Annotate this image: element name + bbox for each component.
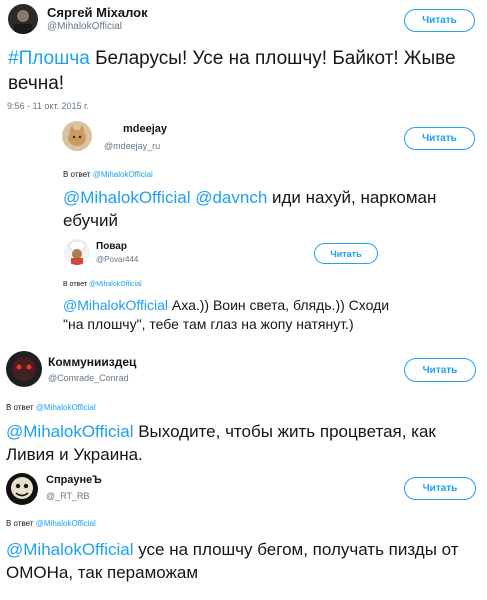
- follow-button[interactable]: Читать: [404, 477, 476, 500]
- follow-button[interactable]: Читать: [404, 127, 475, 150]
- chef-avatar-photo: [64, 239, 90, 265]
- author-handle[interactable]: @Povar444: [96, 255, 138, 264]
- reply-to-line: В ответ @MihalokOfficial: [6, 403, 96, 412]
- mention-links[interactable]: @MihalokOfficial: [6, 422, 133, 441]
- avatar[interactable]: [8, 4, 38, 34]
- tweet-timestamp[interactable]: 9:56 - 11 окт. 2015 г.: [7, 101, 89, 111]
- robot-avatar-photo: [6, 351, 42, 387]
- reply-to-line: В ответ @MihalokOfficial: [6, 519, 96, 528]
- cartoon-avatar-photo: [6, 473, 38, 505]
- author-handle[interactable]: @_RT_RB: [46, 491, 89, 501]
- reply-to-line: В ответ @MihalokOfficial: [63, 281, 142, 288]
- author-name[interactable]: Коммунииздец: [48, 355, 136, 369]
- tweet-text: @MihalokOfficial Выходите, чтобы жить пр…: [6, 420, 484, 466]
- author-name[interactable]: mdeejay: [123, 123, 167, 135]
- avatar[interactable]: [62, 121, 92, 151]
- reply-to-line: В ответ @MihalokOfficial: [63, 170, 153, 179]
- author-handle[interactable]: @Comrade_Conrad: [48, 373, 129, 383]
- cat-avatar-photo: [62, 121, 92, 151]
- mention-links[interactable]: @MihalokOfficial: [6, 540, 133, 559]
- reply-to-link[interactable]: @MihalokOfficial: [36, 403, 96, 412]
- tweet-text: #Плошча Беларусы! Усе на плошчу! Байкот!…: [8, 46, 470, 96]
- author-name[interactable]: СпраунеЪ: [46, 474, 102, 486]
- avatar[interactable]: [64, 239, 90, 265]
- reply-to-link[interactable]: @MihalokOfficial: [89, 281, 142, 288]
- author-name[interactable]: Сяргей Міхалок: [47, 5, 148, 20]
- avatar-photo: [8, 4, 38, 34]
- follow-button[interactable]: Читать: [404, 9, 475, 32]
- mention-links[interactable]: @MihalokOfficial @davnch: [63, 188, 267, 207]
- hashtag-link[interactable]: #Плошча: [8, 48, 90, 69]
- mention-links[interactable]: @MihalokOfficial: [63, 297, 168, 313]
- tweet-text: @MihalokOfficial Аха.)) Воин света, бляд…: [63, 296, 393, 334]
- avatar[interactable]: [6, 473, 38, 505]
- follow-button[interactable]: Читать: [404, 358, 476, 382]
- tweet-text: @MihalokOfficial @davnch иди нахуй, нарк…: [63, 186, 473, 232]
- follow-button[interactable]: Читать: [314, 243, 378, 264]
- author-handle[interactable]: @mdeejay_ru: [104, 141, 160, 151]
- avatar[interactable]: [6, 351, 42, 387]
- tweet-text: @MihalokOfficial усе на плошчу бегом, по…: [6, 538, 484, 584]
- reply-to-link[interactable]: @MihalokOfficial: [93, 170, 153, 179]
- author-handle[interactable]: @MihalokOfficial: [47, 21, 122, 32]
- reply-to-link[interactable]: @MihalokOfficial: [36, 519, 96, 528]
- author-name[interactable]: Повар: [96, 241, 127, 252]
